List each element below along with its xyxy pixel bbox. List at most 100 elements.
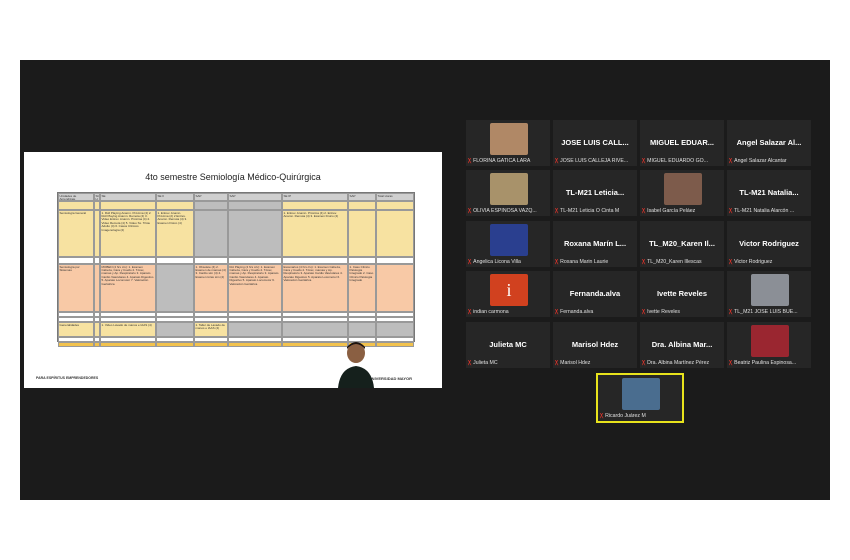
table-cell [194,257,228,264]
participant-tile[interactable]: Dra. Albina Mar... ╳ Dra. Albina Martínez … [640,322,724,368]
table-header: SAP [348,193,376,201]
participant-photo [490,123,528,155]
table-cell [348,257,376,264]
table-cell [58,257,94,264]
table-cell [228,342,282,347]
table-cell: MOBEN (4 hrs c/u): 1. Examen Cabeza, Car… [100,264,156,312]
table-header: Total Horas [376,193,414,201]
participant-display-name: Ivette Reveles [656,289,708,298]
participant-display-name: TL_M20_Karen Il... [649,239,715,248]
mic-muted-icon: ╳ [729,360,733,366]
participant-tile[interactable]: ╳ Beatriz Paulina Espinosa... [727,322,811,368]
mic-muted-icon: ╳ [642,360,646,366]
participant-caption: ╳ indian carmona [468,309,548,315]
mic-muted-icon: ╳ [642,208,646,214]
participant-display-name: Julieta MC [489,340,527,349]
participant-caption: ╳ FLORINA GATICA LARA [468,158,548,164]
presenter-video [338,342,374,388]
participant-display-name: Fernanda.alva [569,289,621,298]
participant-tile[interactable]: ╳ Ricardo Juárez M [596,373,684,423]
mic-muted-icon: ╳ [642,259,646,265]
participant-tile[interactable]: TL_M20_Karen Il... ╳ TL_M20_Karen Illescas [640,221,724,267]
participant-tile[interactable]: Fernanda.alva ╳ Fernanda.alva [553,271,637,317]
table-cell: Escenarios (4 hrs c/u): 1. Examen Cabeza… [282,264,348,312]
table-cell [282,257,348,264]
slide-table: Unidades de Aprendizaje SC H SE SE II SA… [57,192,415,347]
mic-muted-icon: ╳ [555,208,559,214]
participant-display-name: TL-M21 Natalia... [739,188,799,197]
participant-tile[interactable]: ╳ Angelica Licona Villa [466,221,550,267]
table-header: SAP [228,193,282,201]
participant-caption: ╳ Angelica Licona Villa [468,259,548,265]
mic-muted-icon: ╳ [555,360,559,366]
table-cell [156,201,194,210]
participant-photo: i [490,274,528,306]
participant-tile[interactable]: i ╳ indian carmona [466,271,550,317]
table-cell [156,264,194,312]
participant-tile[interactable]: Roxana Marín L... ╳ Roxana Marin Laurie [553,221,637,267]
table-cell: 1. Entrev. Anamn. Próxima (4) 2. Entrev.… [282,210,348,257]
participant-tile[interactable]: ╳ TL_M21 JOSE LUIS BUE... [727,271,811,317]
participant-tile[interactable]: ╳ FLORINA GATICA LARA [466,120,550,166]
table-header: SAP [194,193,228,201]
participant-photo [490,173,528,205]
table-cell [228,257,282,264]
participant-tile[interactable]: Julieta MC ╳ Julieta MC [466,322,550,368]
participant-name-label: Marisol Hdez [560,360,591,366]
shared-slide: 4to semestre Semiología Médico-Quirúrgic… [24,152,442,388]
participant-tile[interactable]: ╳ Isabel García Peláez [640,170,724,216]
participant-caption: ╳ Angel Salazar Alcantar [729,158,809,164]
table-cell [156,257,194,264]
table-cell [156,322,194,337]
participant-name-label: JOSE LUIS CALLEJA RIVE... [560,158,629,164]
table-cell: Generalidades [58,322,94,337]
participant-tile[interactable]: Victor Rodriguez ╳ Victor Rodriguez [727,221,811,267]
participant-caption: ╳ TL_M20_Karen Illescas [642,259,722,265]
mic-muted-icon: ╳ [600,413,604,419]
participant-display-name: Roxana Marín L... [563,239,627,248]
mic-muted-icon: ╳ [468,158,472,164]
participant-caption: ╳ JOSE LUIS CALLEJA RIVE... [555,158,635,164]
participant-tile[interactable]: Marisol Hdez ╳ Marisol Hdez [553,322,637,368]
mic-muted-icon: ╳ [729,309,733,315]
participant-name-label: Roxana Marin Laurie [560,259,609,265]
mic-muted-icon: ╳ [468,259,472,265]
table-cell [348,210,376,257]
participant-display-name: Dra. Albina Mar... [651,340,713,349]
participant-tile[interactable]: ╳ OLIVIA ESPINOSA VAZQ... [466,170,550,216]
participant-caption: ╳ Marisol Hdez [555,360,635,366]
mic-muted-icon: ╳ [555,309,559,315]
table-cell: 1. Entrev. Anamn. Próxima (2) 2 Entrev. … [156,210,194,257]
slide-footer: PARA ESPÍRITUS EMPRENDEDORES [36,376,99,380]
participant-caption: ╳ TL-M21 Natalia Alarcón ... [729,208,809,214]
participant-name-label: Victor Rodriguez [734,259,773,265]
participant-photo [622,378,660,410]
participant-caption: ╳ OLIVIA ESPINOSA VAZQ... [468,208,548,214]
table-cell [58,342,94,347]
participant-tile[interactable]: MIGUEL EDUAR... ╳ MIGUEL EDUARDO GO... [640,120,724,166]
table-cell: 1. Roll Playing Anamn. Próxima (4) 2. Ro… [100,210,156,257]
participant-name-label: Angel Salazar Alcantar [734,158,787,164]
participant-display-name: JOSE LUIS CALL... [561,138,629,147]
table-header: SE [100,193,156,201]
participant-tile[interactable]: Ivette Reveles ╳ Ivette Reveles [640,271,724,317]
participant-name-label: Julieta MC [473,360,498,366]
participant-tile[interactable]: JOSE LUIS CALL... ╳ JOSE LUIS CALLEJA RIVE… [553,120,637,166]
table-cell [100,257,156,264]
participant-tile[interactable]: TL-M21 Leticia... ╳ TL-M21 Leticia O Cinta… [553,170,637,216]
participant-name-label: Angelica Licona Villa [473,259,521,265]
participant-tile[interactable]: Angel Salazar Al... ╳ Angel Salazar Alcant… [727,120,811,166]
table-cell [228,210,282,257]
table-cell [100,342,156,347]
mic-muted-icon: ╳ [642,158,646,164]
mic-muted-icon: ╳ [468,208,472,214]
participant-name-label: TL_M20_Karen Illescas [647,259,702,265]
participant-name-label: FLORINA GATICA LARA [473,158,531,164]
participant-tile[interactable]: TL-M21 Natalia... ╳ TL-M21 Natalia Alarcón… [727,170,811,216]
participant-name-label: Dra. Albina Martínez Pérez [647,360,710,366]
participant-caption: ╳ Ivette Reveles [642,309,722,315]
participant-display-name: Victor Rodriguez [739,239,799,248]
table-cell [58,201,94,210]
table-cell [348,201,376,210]
participant-name-label: Ricardo Juárez M [605,413,646,419]
